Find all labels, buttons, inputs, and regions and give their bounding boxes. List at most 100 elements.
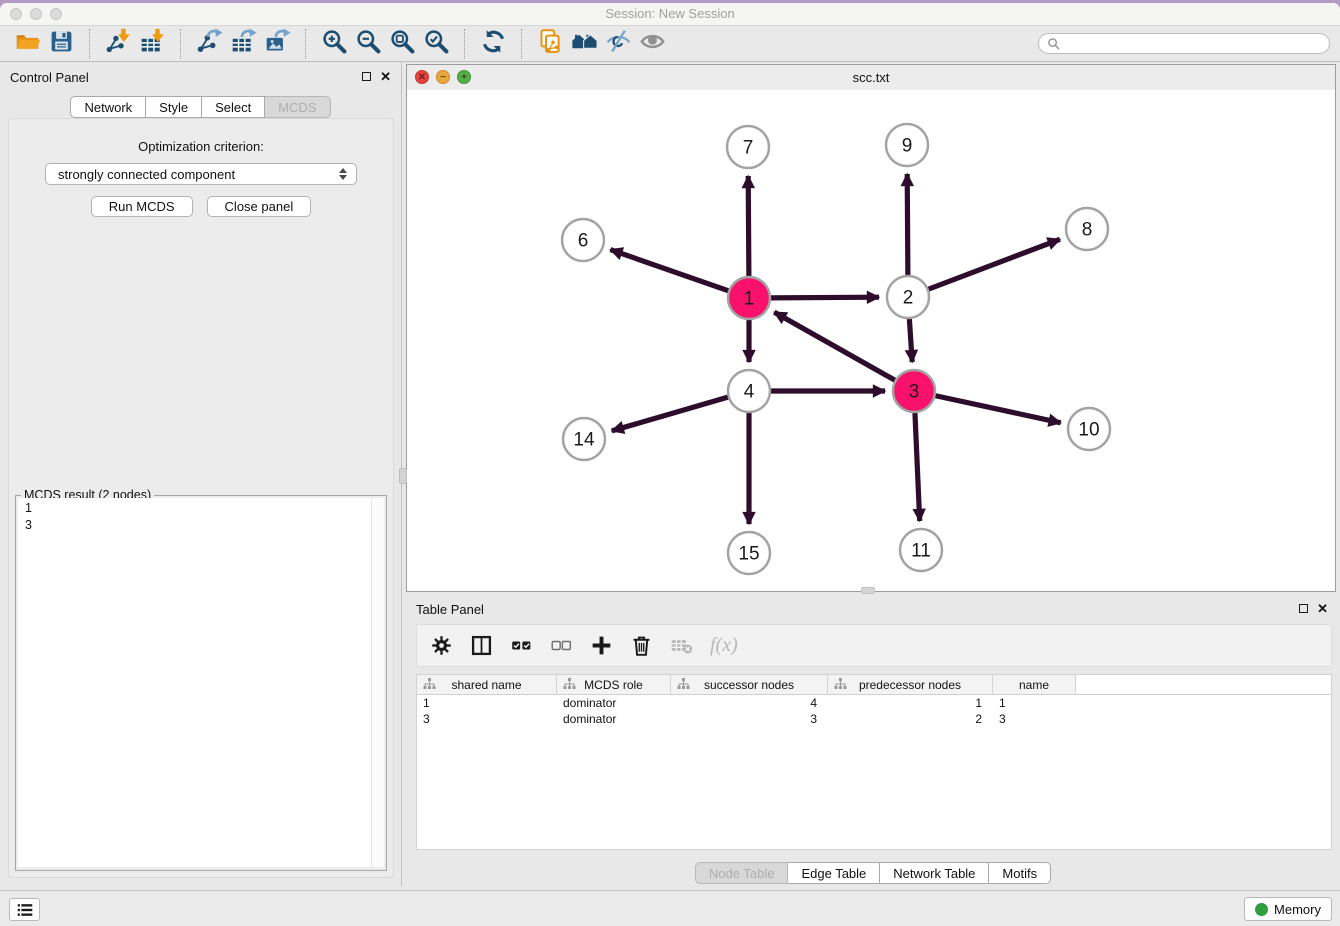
duplicate-network-button[interactable] [533,28,567,60]
minimize-window-icon[interactable] [30,8,42,20]
export-image-button[interactable] [260,28,294,60]
tab-node-table[interactable]: Node Table [695,862,789,884]
edge-2-3[interactable] [909,318,912,362]
tab-network[interactable]: Network [70,96,146,118]
close-panel-button[interactable]: Close panel [207,196,312,217]
close-window-icon[interactable] [10,8,22,20]
node-7[interactable]: 7 [727,126,769,168]
column-header-shared-name[interactable]: shared name [417,675,557,694]
tab-network-table[interactable]: Network Table [880,862,989,884]
tab-motifs[interactable]: Motifs [989,862,1051,884]
close-frame-icon[interactable]: ✕ [415,70,429,84]
edge-1-2[interactable] [770,297,879,298]
edge-2-9[interactable] [907,174,908,276]
cell-shared-name[interactable]: 1 [417,696,557,710]
mcds-result-text[interactable]: 13 [18,498,384,867]
network-canvas[interactable]: 7 9 6 8 1 2 4 3 14 10 15 11 [407,90,1335,591]
maximize-window-icon[interactable] [50,8,62,20]
run-mcds-button[interactable]: Run MCDS [91,196,193,217]
node-8[interactable]: 8 [1066,208,1108,250]
node-3[interactable]: 3 [893,370,935,412]
search-box[interactable] [1038,33,1330,54]
float-table-panel-icon[interactable] [1299,604,1308,613]
add-button[interactable] [590,634,613,657]
tab-mcds[interactable]: MCDS [265,96,330,118]
node-11[interactable]: 11 [900,529,942,571]
node-4[interactable]: 4 [728,370,770,412]
column-header-successor-nodes[interactable]: successor nodes [671,675,828,694]
vertical-splitter-handle[interactable] [399,468,407,484]
node-15[interactable]: 15 [728,532,770,574]
refresh-button[interactable] [476,28,510,60]
tab-edge-table[interactable]: Edge Table [788,862,880,884]
search-input[interactable] [1065,36,1321,52]
maximize-frame-icon[interactable]: + [457,70,471,84]
float-panel-icon[interactable] [362,72,371,81]
cell-MCDS-role[interactable]: dominator [557,696,671,710]
edge-3-11[interactable] [915,412,920,521]
column-header-name[interactable]: name [993,675,1076,694]
table-row[interactable]: 3dominator323 [417,711,1331,727]
eye-slash-button[interactable] [601,28,635,60]
result-scrollbar[interactable] [371,498,384,867]
cell-successor-nodes[interactable]: 3 [671,712,828,726]
toolbar-separator [180,29,181,59]
close-table-panel-icon[interactable]: ✕ [1317,603,1328,614]
node-14[interactable]: 14 [563,418,605,460]
cell-shared-name[interactable]: 3 [417,712,557,726]
optimization-criterion-label: Optimization criterion: [9,139,393,154]
cell-name[interactable]: 1 [993,696,1076,710]
zoom-out-button[interactable] [351,28,385,60]
edge-4-14[interactable] [612,397,729,431]
select-spinner-icon [339,168,347,180]
edge-3-10[interactable] [935,396,1061,423]
task-history-button[interactable] [9,898,40,921]
deselect-all-button[interactable] [550,634,573,657]
criterion-select[interactable]: strongly connected component [45,163,357,185]
columns-button[interactable] [470,634,493,657]
tab-select[interactable]: Select [202,96,265,118]
node-6[interactable]: 6 [562,219,604,261]
trash-button[interactable] [630,634,653,657]
houses-button[interactable] [567,28,601,60]
edge-3-1[interactable] [774,312,895,381]
close-panel-icon[interactable]: ✕ [380,71,391,82]
table-row[interactable]: 1dominator411 [417,695,1331,711]
zoom-selected-button[interactable] [419,28,453,60]
export-table-button[interactable] [226,28,260,60]
node-2[interactable]: 2 [887,276,929,318]
column-header-predecessor-nodes[interactable]: predecessor nodes [828,675,993,694]
cell-predecessor-nodes[interactable]: 1 [828,696,993,710]
horizontal-splitter-handle[interactable] [861,587,875,594]
cell-name[interactable]: 3 [993,712,1076,726]
add-icon [590,634,613,657]
gear-button[interactable] [430,634,453,657]
select-all-button[interactable] [510,634,533,657]
window-controls[interactable] [10,8,62,20]
edge-1-6[interactable] [610,250,729,292]
zoom-fit-button[interactable] [385,28,419,60]
select-all-icon [510,634,533,657]
cell-predecessor-nodes[interactable]: 2 [828,712,993,726]
edge-1-7[interactable] [748,176,749,277]
tab-style[interactable]: Style [146,96,202,118]
zoom-in-button[interactable] [317,28,351,60]
node-1[interactable]: 1 [728,277,770,319]
save-button[interactable] [44,28,78,60]
open-folder-button[interactable] [10,28,44,60]
cell-successor-nodes[interactable]: 4 [671,696,828,710]
minimize-frame-icon[interactable]: − [436,70,450,84]
eye-button[interactable] [635,28,669,60]
node-10[interactable]: 10 [1068,408,1110,450]
import-network-button[interactable] [101,28,135,60]
node-9[interactable]: 9 [886,124,928,166]
network-frame-titlebar[interactable]: ✕ − + scc.txt [407,65,1335,91]
node-table[interactable]: shared nameMCDS rolesuccessor nodesprede… [416,674,1332,850]
memory-button[interactable]: Memory [1244,897,1332,921]
import-table-button[interactable] [135,28,169,60]
import-table-icon [139,28,166,60]
column-header-MCDS-role[interactable]: MCDS role [557,675,671,694]
cell-MCDS-role[interactable]: dominator [557,712,671,726]
edge-2-8[interactable] [928,239,1060,289]
export-network-button[interactable] [192,28,226,60]
